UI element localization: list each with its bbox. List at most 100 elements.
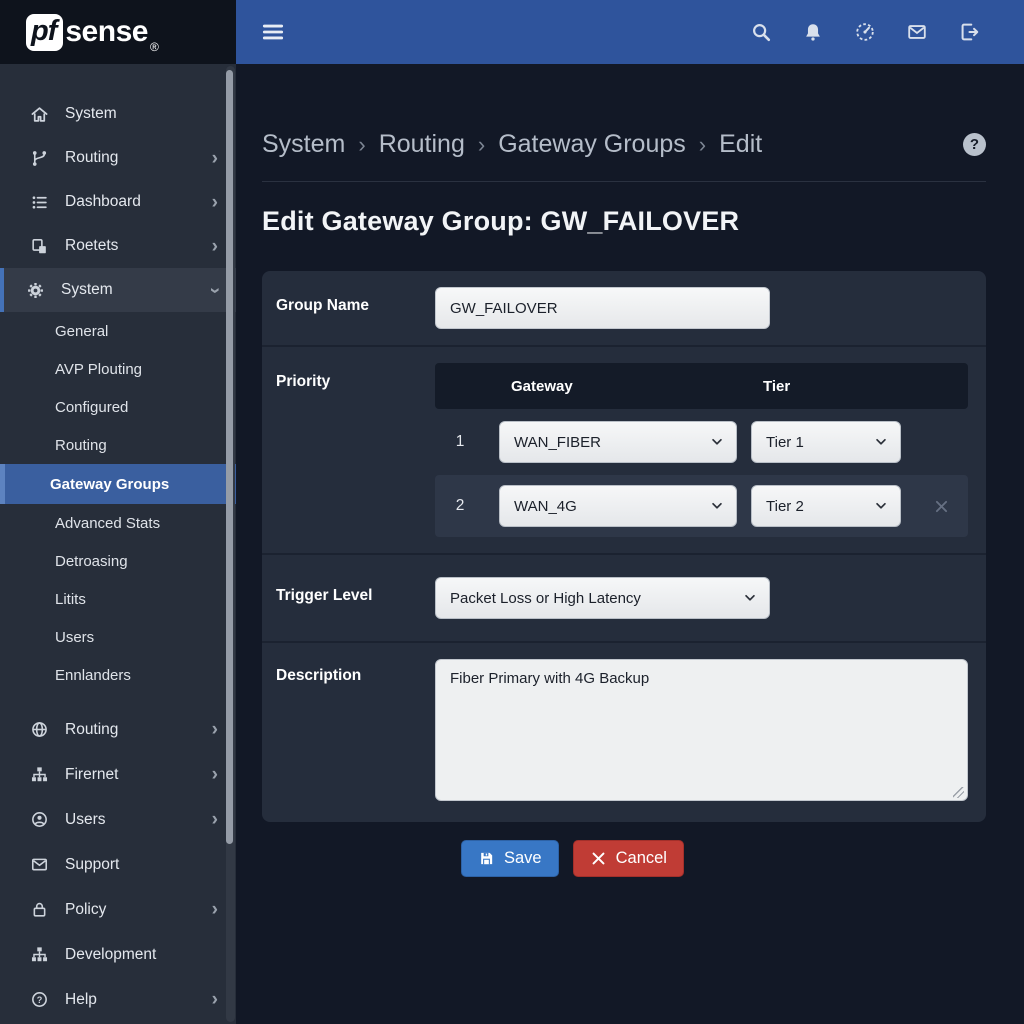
sidebar-item-roetets[interactable]: Roetets › (0, 224, 236, 268)
row-index: 1 (435, 433, 485, 451)
delete-row-icon[interactable] (915, 498, 968, 515)
breadcrumb-routing[interactable]: Routing (379, 130, 465, 159)
column-header-tier: Tier (751, 378, 901, 395)
breadcrumb-edit: Edit (719, 130, 762, 159)
sidebar-item-label: Help (65, 991, 97, 1009)
sidebar-item-dashboard[interactable]: Dashboard › (0, 180, 236, 224)
clone-icon (28, 237, 50, 256)
sidebar-subitem-litits[interactable]: Litits (0, 580, 236, 618)
logo-pf-tile: pf (26, 14, 63, 51)
gateway-select-2[interactable]: WAN_4G (499, 485, 737, 527)
subitem-label: Configured (55, 399, 128, 416)
breadcrumb-separator: › (699, 132, 706, 158)
chevron-right-icon: › (212, 237, 218, 256)
sidebar-item-policy[interactable]: Policy › (0, 887, 236, 932)
group-name-input[interactable] (435, 287, 770, 329)
sidebar-subitem-detroasing[interactable]: Detroasing (0, 542, 236, 580)
sidebar-subitem-gateway-groups[interactable]: Gateway Groups (0, 464, 236, 504)
sidebar-subitem-users[interactable]: Users (0, 618, 236, 656)
logo-registered-mark: ® (150, 40, 159, 54)
sidebar-bottom-group: Routing › Firernet › Users › Support (0, 707, 236, 1022)
list-icon (28, 193, 50, 212)
sidebar-subitem-avp-plouting[interactable]: AVP Plouting (0, 350, 236, 388)
sidebar-item-help[interactable]: ? Help › (0, 977, 236, 1022)
chevron-down-icon (710, 435, 724, 449)
sidebar-item-label: Routing (65, 721, 118, 739)
app-header: pf sense ® (0, 0, 1024, 64)
breadcrumb: System › Routing › Gateway Groups › Edit… (262, 130, 986, 159)
sidebar-subitem-routing[interactable]: Routing (0, 426, 236, 464)
sidebar-item-label: Development (65, 946, 156, 964)
priority-table: Gateway Tier 1 WAN_FIBER Tier 1 (435, 363, 968, 537)
breadcrumb-gateway-groups[interactable]: Gateway Groups (498, 130, 686, 159)
gateway-select-1[interactable]: WAN_FIBER (499, 421, 737, 463)
sidebar-item-system-expanded[interactable]: System › (0, 268, 236, 312)
sidebar-item-label: Dashboard (65, 193, 141, 211)
sidebar-item-routing[interactable]: Routing › (0, 136, 236, 180)
chevron-right-icon: › (212, 990, 218, 1009)
sidebar-item-label: System (65, 105, 117, 123)
help-icon[interactable]: ? (963, 133, 986, 156)
chevron-down-icon (710, 499, 724, 513)
sidebar-scrollbar-track[interactable] (226, 66, 235, 1022)
trigger-level-select[interactable]: Packet Loss or High Latency (435, 577, 770, 619)
sidebar-item-label: Roetets (65, 237, 118, 255)
sidebar: System Routing › Dashboard › Roetets › S… (0, 64, 236, 1024)
home-icon (28, 105, 50, 124)
sidebar-item-system-top[interactable]: System (0, 92, 236, 136)
close-icon (590, 850, 607, 867)
sidebar-item-development[interactable]: Development (0, 932, 236, 977)
chevron-right-icon: › (212, 720, 218, 739)
form-row-priority: Priority Gateway Tier 1 WAN_FIBER (262, 345, 986, 553)
tier-select-1[interactable]: Tier 1 (751, 421, 901, 463)
sidebar-scrollbar-thumb[interactable] (226, 70, 233, 844)
svg-text:?: ? (36, 995, 42, 1005)
chevron-down-icon (874, 435, 888, 449)
logo-text: sense (65, 15, 148, 49)
subitem-label: AVP Plouting (55, 361, 142, 378)
topbar-icon-group (750, 21, 980, 43)
tier-select-2-value: Tier 2 (766, 498, 804, 515)
search-icon[interactable] (750, 21, 772, 43)
chevron-down-icon (874, 499, 888, 513)
form-row-description: Description Fiber Primary with 4G Backup (262, 641, 986, 822)
sidebar-item-label: Firernet (65, 766, 118, 784)
bell-icon[interactable] (802, 21, 824, 43)
pfsense-logo: pf sense ® (0, 0, 236, 64)
envelope-icon[interactable] (906, 21, 928, 43)
sidebar-item-label: Policy (65, 901, 106, 919)
sidebar-item-users-2[interactable]: Users › (0, 797, 236, 842)
priority-row-2: 2 WAN_4G Tier 2 (435, 475, 968, 537)
description-label: Description (276, 659, 435, 806)
save-button[interactable]: Save (461, 840, 559, 877)
sidebar-subitem-advanced-stats[interactable]: Advanced Stats (0, 504, 236, 542)
sidebar-subitem-general[interactable]: General (0, 312, 236, 350)
description-textarea[interactable]: Fiber Primary with 4G Backup (435, 659, 968, 801)
sidebar-item-support[interactable]: Support (0, 842, 236, 887)
save-button-label: Save (504, 849, 542, 868)
user-circle-icon (28, 810, 50, 829)
breadcrumb-system[interactable]: System (262, 130, 345, 159)
sidebar-subitem-configured[interactable]: Configured (0, 388, 236, 426)
tier-select-2[interactable]: Tier 2 (751, 485, 901, 527)
sign-out-icon[interactable] (958, 21, 980, 43)
gateway-select-2-value: WAN_4G (514, 498, 577, 515)
breadcrumb-separator: › (478, 132, 485, 158)
sidebar-item-firernet[interactable]: Firernet › (0, 752, 236, 797)
sidebar-item-label: Support (65, 856, 119, 874)
globe-icon (28, 720, 50, 739)
form-row-group-name: Group Name (262, 271, 986, 345)
group-name-label: Group Name (276, 287, 435, 329)
code-branch-icon (28, 149, 50, 168)
chevron-right-icon: › (212, 810, 218, 829)
sidebar-subitem-ennlanders[interactable]: Ennlanders (0, 656, 236, 694)
menu-icon[interactable] (260, 19, 286, 45)
gateway-group-form: Group Name Priority Gateway Tier (262, 271, 986, 822)
cancel-button[interactable]: Cancel (573, 840, 684, 877)
question-circle-icon: ? (28, 990, 50, 1009)
breadcrumb-divider (262, 181, 986, 182)
gauge-icon[interactable] (854, 21, 876, 43)
chevron-down-icon (743, 591, 757, 605)
sidebar-item-routing-2[interactable]: Routing › (0, 707, 236, 752)
chevron-right-icon: › (212, 193, 218, 212)
